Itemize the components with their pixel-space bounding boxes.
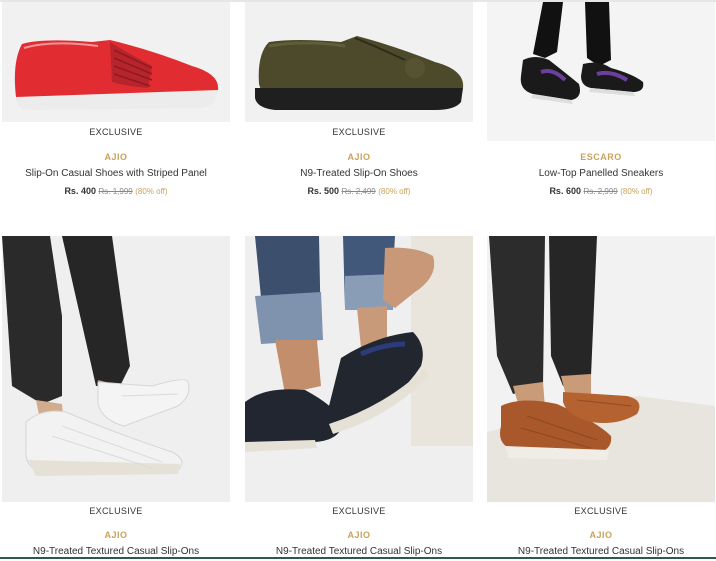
original-price: Rs. 1,999 <box>98 187 133 196</box>
product-name[interactable]: N9-Treated Textured Casual Slip-Ons <box>2 546 230 557</box>
exclusive-badge: EXCLUSIVE <box>487 502 715 521</box>
product-name[interactable]: Slip-On Casual Shoes with Striped Panel <box>2 168 230 179</box>
discount-label: (80% off) <box>620 187 653 196</box>
current-price: Rs. 600 <box>549 186 581 196</box>
product-brand: ESCARO <box>580 152 622 162</box>
product-name[interactable]: N9-Treated Textured Casual Slip-Ons <box>245 546 473 557</box>
product-brand: AJIO <box>347 152 371 162</box>
product-image-black-textured-slip-on[interactable] <box>245 236 473 503</box>
product-brand: AJIO <box>589 530 613 540</box>
product-brand: AJIO <box>104 152 128 162</box>
product-brand: AJIO <box>347 530 371 540</box>
exclusive-badge: EXCLUSIVE <box>245 502 473 521</box>
product-image-white-textured-slip-on[interactable] <box>2 236 230 503</box>
product-name[interactable]: Low-Top Panelled Sneakers <box>487 168 715 179</box>
product-image-black-sneakers[interactable] <box>487 2 715 141</box>
product-price: Rs. 600 Rs. 2,999 (80% off) <box>487 186 715 196</box>
original-price: Rs. 2,499 <box>341 187 376 196</box>
exclusive-badge: EXCLUSIVE <box>2 502 230 521</box>
product-image-olive-slip-on[interactable] <box>245 2 473 122</box>
current-price: Rs. 400 <box>64 186 96 196</box>
product-price: Rs. 500 Rs. 2,499 (80% off) <box>245 186 473 196</box>
product-image-tan-textured-slip-on[interactable] <box>487 236 715 503</box>
product-price: Rs. 400 Rs. 1,999 (80% off) <box>2 186 230 196</box>
current-price: Rs. 500 <box>307 186 339 196</box>
discount-label: (80% off) <box>135 187 168 196</box>
product-brand: AJIO <box>104 530 128 540</box>
discount-label: (80% off) <box>378 187 411 196</box>
product-image-red-slip-on[interactable] <box>2 2 230 122</box>
exclusive-badge: EXCLUSIVE <box>2 123 230 142</box>
original-price: Rs. 2,999 <box>583 187 618 196</box>
product-name[interactable]: N9-Treated Textured Casual Slip-Ons <box>487 546 715 557</box>
product-name[interactable]: N9-Treated Slip-On Shoes <box>245 168 473 179</box>
bottom-divider <box>0 557 716 559</box>
exclusive-badge: EXCLUSIVE <box>245 123 473 142</box>
